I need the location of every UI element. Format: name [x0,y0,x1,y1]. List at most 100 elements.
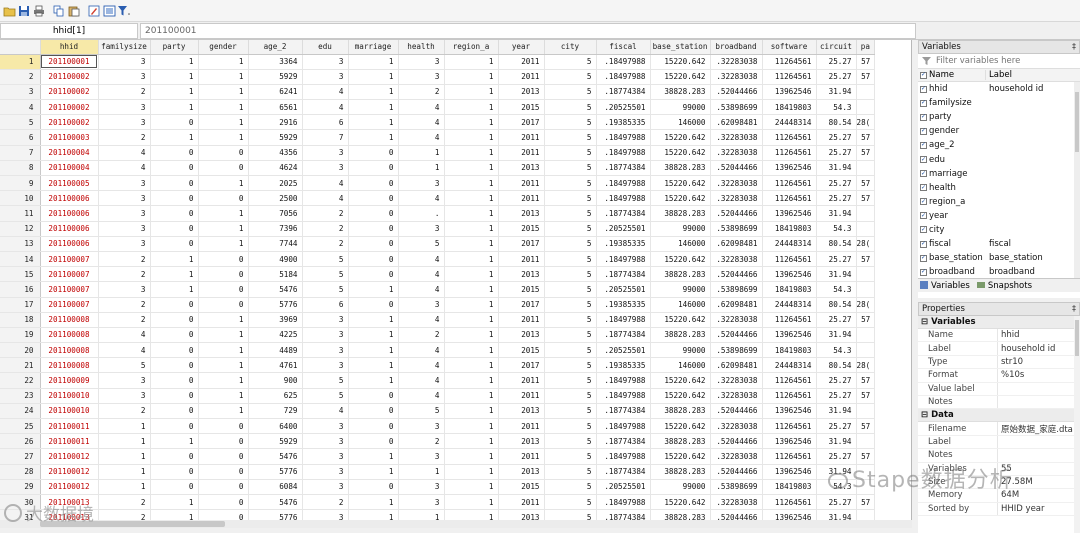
property-row[interactable]: Label [918,435,1080,450]
cell-hhid[interactable]: 201100008 [40,357,99,374]
cell-gender[interactable]: 1 [198,403,249,420]
cell-hhid[interactable]: 201100007 [40,266,99,283]
cell-edu[interactable]: 5 [302,372,349,389]
cell-edu[interactable]: 3 [302,54,349,70]
variable-checkbox[interactable]: ✓ [920,127,927,135]
filter-variables-input[interactable] [936,56,1076,66]
cell-year[interactable]: 2011 [498,448,545,465]
variable-checkbox[interactable]: ✓ [920,268,927,276]
cell-region_a[interactable]: 1 [444,190,499,207]
property-row[interactable]: Type str10 [918,355,1080,370]
cell-marriage[interactable]: 1 [348,281,399,298]
column-header-year[interactable]: year [498,40,545,55]
cell-pa[interactable] [856,84,876,101]
cell-health[interactable]: 4 [398,99,445,116]
cell-region_a[interactable]: 1 [444,312,499,328]
row-number[interactable]: 22 [0,372,41,389]
row-number[interactable]: 2 [0,69,41,85]
cell-base_station[interactable]: 146000 [650,236,711,252]
cell-software[interactable]: 24448314 [762,357,817,374]
variable-checkbox[interactable]: ✓ [920,156,927,164]
cell-region_a[interactable]: 1 [444,99,499,116]
cell-city[interactable]: 5 [544,160,597,177]
cell-health[interactable]: 3 [398,494,445,511]
cell-region_a[interactable]: 1 [444,205,499,222]
cell-party[interactable]: 1 [150,69,199,85]
cell-familysize[interactable]: 2 [98,266,151,283]
cell-age_2[interactable]: 5776 [248,297,303,313]
cell-party[interactable]: 0 [150,160,199,177]
cell-health[interactable]: 5 [398,236,445,252]
cell-hhid[interactable]: 201100011 [40,433,99,450]
cell-software[interactable]: 11264561 [762,448,817,465]
cell-age_2[interactable]: 4225 [248,327,303,344]
cell-circuit[interactable]: 31.94 [816,160,857,177]
cell-marriage[interactable]: 1 [348,99,399,116]
cell-year[interactable]: 2011 [498,372,545,389]
cell-fiscal[interactable]: .18497988 [596,251,651,268]
cell-familysize[interactable]: 3 [98,372,151,389]
cell-gender[interactable]: 1 [198,327,249,344]
cell-year[interactable]: 2015 [498,342,545,359]
cell-pa[interactable]: 28( [856,357,876,374]
cell-pa[interactable]: 28( [856,114,876,131]
cell-year[interactable]: 2013 [498,327,545,344]
cell-hhid[interactable]: 201100006 [40,221,99,237]
cell-city[interactable]: 5 [544,266,597,283]
cell-broadband[interactable]: .32283038 [710,251,763,268]
variables-scrollbar[interactable] [1074,82,1080,278]
cell-fiscal[interactable]: .18497988 [596,448,651,465]
cell-base_station[interactable]: 146000 [650,114,711,131]
cell-fiscal[interactable]: .19385335 [596,297,651,313]
select-all-checkbox[interactable]: ✓ [920,71,927,79]
variable-row[interactable]: ✓ region_a [918,195,1080,209]
cell-party[interactable]: 0 [150,190,199,207]
row-number[interactable]: 9 [0,175,41,192]
cell-age_2[interactable]: 5476 [248,494,303,511]
cell-edu[interactable]: 3 [302,464,349,480]
cell-hhid[interactable]: 201100002 [40,84,99,101]
cell-familysize[interactable]: 4 [98,145,151,161]
cell-edu[interactable]: 3 [302,160,349,177]
cell-edu[interactable]: 2 [302,236,349,252]
cell-familysize[interactable]: 4 [98,342,151,359]
cell-region_a[interactable]: 1 [444,84,499,101]
cell-software[interactable]: 11264561 [762,418,817,435]
paste-icon[interactable] [67,4,81,18]
cell-broadband[interactable]: .32283038 [710,494,763,511]
cell-marriage[interactable]: 0 [348,251,399,268]
cell-city[interactable]: 5 [544,494,597,511]
cell-broadband[interactable]: .53898699 [710,221,763,237]
tab-variables[interactable]: Variables [920,281,974,291]
cell-fiscal[interactable]: .18497988 [596,69,651,85]
cell-marriage[interactable]: 1 [348,312,399,328]
cell-pa[interactable]: 57 [856,190,876,207]
cell-familysize[interactable]: 3 [98,99,151,116]
cell-software[interactable]: 13962546 [762,433,817,450]
cell-party[interactable]: 1 [150,84,199,101]
property-row[interactable]: Notes [918,449,1080,463]
cell-region_a[interactable]: 1 [444,236,499,252]
cell-fiscal[interactable]: .20525501 [596,342,651,359]
cell-health[interactable]: 3 [398,69,445,85]
cell-marriage[interactable]: 0 [348,190,399,207]
row-number[interactable]: 23 [0,388,41,404]
cell-health[interactable]: 4 [398,342,445,359]
cell-pa[interactable] [856,281,876,298]
cell-pa[interactable]: 28( [856,297,876,313]
cell-pa[interactable]: 57 [856,69,876,85]
cell-marriage[interactable]: 1 [348,357,399,374]
cell-edu[interactable]: 2 [302,221,349,237]
cell-marriage[interactable]: 1 [348,494,399,511]
column-header-marriage[interactable]: marriage [348,40,399,55]
cell-city[interactable]: 5 [544,221,597,237]
cell-fiscal[interactable]: .20525501 [596,479,651,495]
cell-age_2[interactable]: 5776 [248,464,303,480]
variable-row[interactable]: ✓ base_station base_station [918,251,1080,265]
cell-party[interactable]: 0 [150,114,199,131]
cell-health[interactable]: 3 [398,448,445,465]
properties-section-data[interactable]: ⊟ Data [918,409,1080,423]
cell-base_station[interactable]: 38828.283 [650,327,711,344]
variable-checkbox[interactable]: ✓ [920,85,927,93]
cell-edu[interactable]: 4 [302,84,349,101]
